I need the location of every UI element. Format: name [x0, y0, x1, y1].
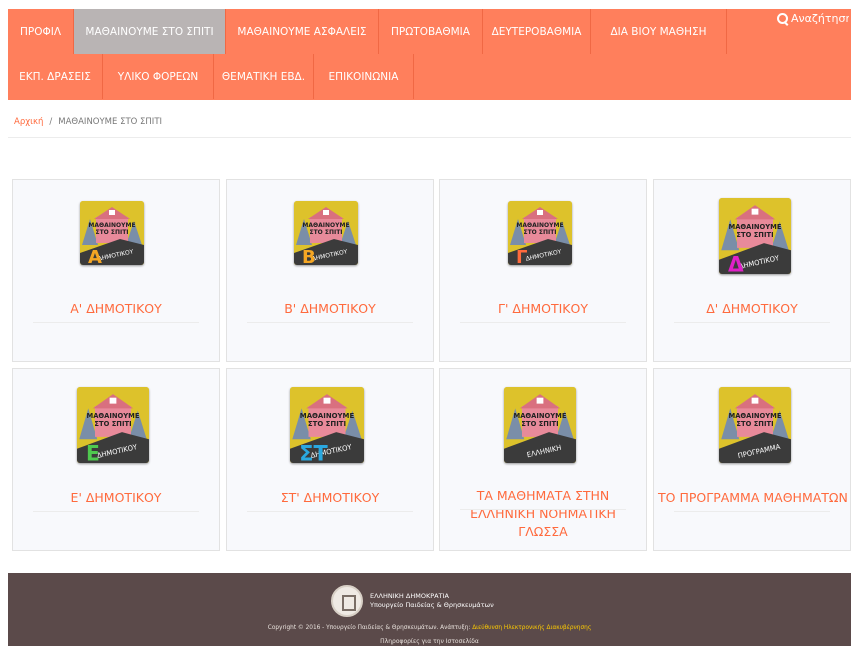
house-icon[interactable]: ΜΑΘΑΙΝΟΥΜΕ ΣΤΟ ΣΠΙΤΙ ΠΡΟΓΡΑΜΜΑ [719, 387, 791, 463]
search-box[interactable] [777, 12, 849, 25]
icon-title-line2: ΣΤΟ ΣΠΙΤΙ [736, 420, 773, 428]
search-input[interactable] [791, 12, 849, 25]
footer: ΕΛΛΗΝΙΚΗ ΔΗΜΟΚΡΑΤΙΑ Υπουργείο Παιδείας &… [8, 573, 851, 646]
footer-developer-link[interactable]: Διεύθυνση Ηλεκτρονικής Διακυβέρνησης [472, 625, 591, 631]
card-label[interactable]: Α' ΔΗΜΟΤΙΚΟΥ [13, 300, 219, 318]
card-divider [33, 322, 199, 323]
icon-title-line2: ΣΤΟ ΣΠΙΤΙ [521, 420, 558, 428]
nav-row-1: ΠΡΟΦΙΛ ΜΑΘΑΙΝΟΥΜΕ ΣΤΟ ΣΠΙΤΙ ΜΑΘΑΙΝΟΥΜΕ Α… [8, 9, 727, 54]
icon-title-line2: ΣΤΟ ΣΠΙΤΙ [309, 229, 342, 236]
icon-grade-letter: ΣΤ [299, 440, 328, 463]
icon-title-line2: ΣΤΟ ΣΠΙΤΙ [95, 229, 128, 236]
icon-title: ΜΑΘΑΙΝΟΥΜΕ [513, 412, 566, 420]
icon-title: ΜΑΘΑΙΝΟΥΜΕ [728, 412, 781, 420]
nav-item-provider-material[interactable]: ΥΛΙΚΟ ΦΟΡΕΩΝ [103, 54, 214, 99]
card-label[interactable]: Γ' ΔΗΜΟΤΙΚΟΥ [440, 300, 646, 318]
footer-gov-line1: ΕΛΛΗΝΙΚΗ ΔΗΜΟΚΡΑΤΙΑ [370, 592, 449, 600]
breadcrumb-divider [8, 137, 851, 138]
house-icon[interactable]: ΜΑΘΑΙΝΟΥΜΕ ΣΤΟ ΣΠΙΤΙ ΔΗΜΟΤΙΚΟΥ Δ [719, 198, 791, 274]
nav-item-contact[interactable]: ΕΠΙΚΟΙΝΩΝΙΑ [314, 54, 414, 99]
house-icon[interactable]: ΜΑΘΑΙΝΟΥΜΕ ΣΤΟ ΣΠΙΤΙ ΔΗΜΟΤΙΚΟΥ ΣΤ [290, 387, 364, 463]
card-divider [33, 511, 199, 512]
card-grade-f[interactable]: ΜΑΘΑΙΝΟΥΜΕ ΣΤΟ ΣΠΙΤΙ ΔΗΜΟΤΙΚΟΥ ΣΤ ΣΤ' ΔΗΜΟΤ… [226, 368, 434, 551]
card-grade-b[interactable]: ΜΑΘΑΙΝΟΥΜΕ ΣΤΟ ΣΠΙΤΙ ΔΗΜΟΤΙΚΟΥ Β Β' ΔΗΜΟΤΙΚ… [226, 179, 434, 362]
icon-title: ΜΑΘΑΙΝΟΥΜΕ [302, 222, 349, 229]
card-label[interactable]: ΤΑ ΜΑΘΗΜΑΤΑ ΣΤΗΝ ΕΛΛΗΝΙΚΗ ΝΟΗΜΑΤΙΚΗ ΓΛΩΣ… [440, 487, 646, 541]
icon-grade-letter: Ε [86, 441, 100, 463]
footer-site-info-link[interactable]: Πληροφορίες για την Ιστοσελίδα [8, 638, 851, 645]
card-grade-a[interactable]: ΜΑΘΑΙΝΟΥΜΕ ΣΤΟ ΣΠΙΤΙ ΔΗΜΟΤΙΚΟΥ Α Α' ΔΗΜΟΤΙΚ… [12, 179, 220, 362]
house-icon[interactable]: ΜΑΘΑΙΝΟΥΜΕ ΣΤΟ ΣΠΙΤΙ ΔΗΜΟΤΙΚΟΥ Β [294, 201, 358, 265]
footer-copyright: Copyright © 2016 - Υπουργείο Παιδείας & … [8, 625, 851, 631]
icon-title: ΜΑΘΑΙΝΟΥΜΕ [88, 222, 135, 229]
nav-item-secondary[interactable]: ΔΕΥΤΕΡΟΒΑΘΜΙΑ [483, 9, 591, 54]
card-divider [460, 509, 626, 510]
footer-copyright-text: Copyright © 2016 - Υπουργείο Παιδείας & … [267, 625, 473, 631]
breadcrumb-current: ΜΑΘΑΙΝΟΥΜΕ ΣΤΟ ΣΠΙΤΙ [58, 117, 163, 127]
card-divider [674, 322, 830, 323]
breadcrumb-home-link[interactable]: Αρχική [14, 117, 43, 127]
icon-title: ΜΑΘΑΙΝΟΥΜΕ [728, 223, 781, 231]
card-label[interactable]: Β' ΔΗΜΟΤΙΚΟΥ [227, 300, 433, 318]
nav-item-edu-actions[interactable]: ΕΚΠ. ΔΡΑΣΕΙΣ [8, 54, 103, 99]
footer-ministry: ΕΛΛΗΝΙΚΗ ΔΗΜΟΚΡΑΤΙΑ Υπουργείο Παιδείας &… [370, 592, 494, 610]
card-grade-d[interactable]: ΜΑΘΑΙΝΟΥΜΕ ΣΤΟ ΣΠΙΤΙ ΔΗΜΟΤΙΚΟΥ Δ Δ' ΔΗΜΟΤΙΚ… [653, 179, 851, 362]
house-icon[interactable]: ΜΑΘΑΙΝΟΥΜΕ ΣΤΟ ΣΠΙΤΙ ΔΗΜΟΤΙΚΟΥ Γ [508, 201, 572, 265]
nav-item-lifelong-learning[interactable]: ΔΙΑ ΒΙΟΥ ΜΑΘΗΣΗ [591, 9, 727, 54]
greek-emblem-icon [331, 585, 363, 617]
icon-grade-letter: Α [88, 247, 102, 265]
card-label[interactable]: Δ' ΔΗΜΟΤΙΚΟΥ [654, 300, 850, 318]
house-icon[interactable]: ΜΑΘΑΙΝΟΥΜΕ ΣΤΟ ΣΠΙΤΙ ΕΛΛΗΝΙΚΗ [504, 387, 576, 463]
card-grade-c[interactable]: ΜΑΘΑΙΝΟΥΜΕ ΣΤΟ ΣΠΙΤΙ ΔΗΜΟΤΙΚΟΥ Γ Γ' ΔΗΜΟΤΙΚ… [439, 179, 647, 362]
icon-grade-letter: Β [302, 247, 316, 265]
icon-title-line2: ΣΤΟ ΣΠΙΤΙ [308, 419, 346, 428]
card-divider [247, 322, 413, 323]
breadcrumb: Αρχική / ΜΑΘΑΙΝΟΥΜΕ ΣΤΟ ΣΠΙΤΙ [14, 117, 162, 127]
card-divider [674, 511, 830, 512]
card-label[interactable]: Ε' ΔΗΜΟΤΙΚΟΥ [13, 489, 219, 507]
icon-title-line2: ΣΤΟ ΣΠΙΤΙ [523, 229, 556, 236]
footer-gov-line2: Υπουργείο Παιδείας & Θρησκευμάτων [370, 601, 494, 609]
house-icon[interactable]: ΜΑΘΑΙΝΟΥΜΕ ΣΤΟ ΣΠΙΤΙ ΔΗΜΟΤΙΚΟΥ Α [80, 201, 144, 265]
card-label[interactable]: ΤΟ ΠΡΟΓΡΑΜΜΑ ΜΑΘΗΜΑΤΩΝ [654, 489, 850, 507]
card-label[interactable]: ΣΤ' ΔΗΜΟΤΙΚΟΥ [227, 489, 433, 507]
icon-title-line2: ΣΤΟ ΣΠΙΤΙ [736, 231, 773, 239]
icon-title: ΜΑΘΑΙΝΟΥΜΕ [86, 412, 139, 420]
card-divider [247, 511, 413, 512]
icon-grade-letter: Γ [516, 247, 527, 265]
nav-item-primary[interactable]: ΠΡΩΤΟΒΑΘΜΙΑ [379, 9, 483, 54]
nav-item-learn-at-home[interactable]: ΜΑΘΑΙΝΟΥΜΕ ΣΤΟ ΣΠΙΤΙ [74, 9, 226, 54]
nav-item-thematic-week[interactable]: ΘΕΜΑΤΙΚΗ ΕΒΔ. [214, 54, 314, 99]
icon-title-line2: ΣΤΟ ΣΠΙΤΙ [94, 420, 131, 428]
house-icon[interactable]: ΜΑΘΑΙΝΟΥΜΕ ΣΤΟ ΣΠΙΤΙ ΔΗΜΟΤΙΚΟΥ Ε [77, 387, 149, 463]
nav-row-2: ΕΚΠ. ΔΡΑΣΕΙΣ ΥΛΙΚΟ ΦΟΡΕΩΝ ΘΕΜΑΤΙΚΗ ΕΒΔ. … [8, 54, 414, 99]
breadcrumb-separator: / [49, 117, 53, 127]
main-navbar: ΠΡΟΦΙΛ ΜΑΘΑΙΝΟΥΜΕ ΣΤΟ ΣΠΙΤΙ ΜΑΘΑΙΝΟΥΜΕ Α… [8, 9, 851, 100]
nav-item-profile[interactable]: ΠΡΟΦΙΛ [8, 9, 74, 54]
card-divider [460, 322, 626, 323]
nav-item-learn-safely[interactable]: ΜΑΘΑΙΝΟΥΜΕ ΑΣΦΑΛΕΙΣ [226, 9, 379, 54]
card-sign-language[interactable]: ΜΑΘΑΙΝΟΥΜΕ ΣΤΟ ΣΠΙΤΙ ΕΛΛΗΝΙΚΗ ΤΑ ΜΑΘΗΜΑΤΑ … [439, 368, 647, 551]
search-icon[interactable] [777, 12, 789, 25]
card-schedule[interactable]: ΜΑΘΑΙΝΟΥΜΕ ΣΤΟ ΣΠΙΤΙ ΠΡΟΓΡΑΜΜΑ ΤΟ ΠΡΟΓΡΑΜΜ… [653, 368, 851, 551]
card-grade-e[interactable]: ΜΑΘΑΙΝΟΥΜΕ ΣΤΟ ΣΠΙΤΙ ΔΗΜΟΤΙΚΟΥ Ε Ε' ΔΗΜΟΤΙΚ… [12, 368, 220, 551]
icon-title: ΜΑΘΑΙΝΟΥΜΕ [516, 222, 563, 229]
icon-grade-letter: Δ [728, 252, 744, 274]
